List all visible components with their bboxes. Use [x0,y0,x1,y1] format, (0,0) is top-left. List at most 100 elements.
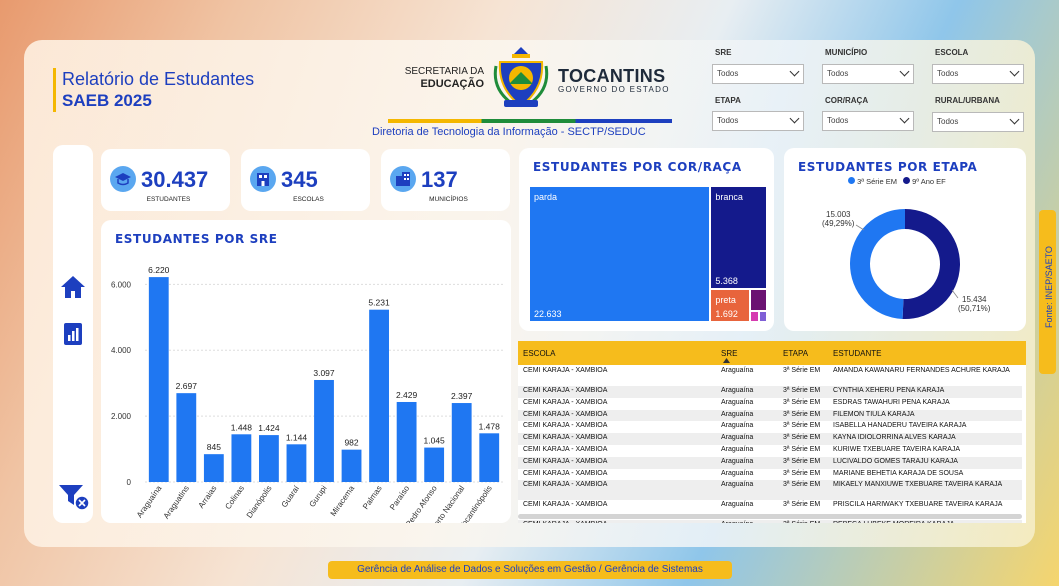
filter-etapa-dropdown[interactable]: Todos [712,111,804,131]
filter-label-municipio: MUNICÍPIO [825,48,868,57]
treemap-other-1[interactable] [750,289,767,311]
report-icon[interactable] [63,322,83,346]
table-row[interactable]: CEMI KARAJA - XAMBIOA Araguaína 3ª Série E… [518,366,1022,386]
cell-escola: CEMI KARAJA - XAMBIOA [523,410,608,418]
bar-Colinas[interactable] [231,434,252,482]
treemap-preta[interactable]: preta 1.692 [710,289,751,322]
donut-slice-9ef[interactable] [902,209,961,319]
tocantins-crest-icon [493,47,549,108]
treemap-label: parda [534,192,558,202]
filter-rural-urbana-dropdown[interactable]: Todos [932,112,1024,132]
kpi-escolas-value: 345 [281,167,318,192]
cell-estudante: ESDRAS TAWAHURI PENA KARAJA [833,398,950,406]
cell-etapa: 3ª Série EM [783,501,821,509]
x-tick-label: Araguatins [162,484,191,520]
cell-etapa: 3ª Série EM [783,481,821,489]
bar-Guaraí[interactable] [286,444,307,482]
bar-Arraias[interactable] [203,454,224,482]
filter-escola-value: Todos [937,69,959,78]
filter-municipio-dropdown[interactable]: Todos [822,64,914,84]
kpi-municipios: 137 MUNICÍPIOS [381,149,510,211]
cell-etapa: 3ª Série EM [783,367,821,374]
table-scrollbar[interactable] [518,514,1022,519]
y-tick-label: 6.000 [111,280,132,289]
x-tick-label: Colinas [223,484,246,511]
clear-filter-icon[interactable] [58,483,90,511]
cell-etapa: 3ª Série EM [783,457,821,465]
table-row[interactable]: CEMI KARAJA - XAMBIOA Araguaína 3ª Série E… [518,520,1022,523]
col-estudante[interactable]: ESTUDANTE [833,349,881,358]
kpi-estudantes-value: 30.437 [141,167,209,192]
col-escola[interactable]: ESCOLA [523,349,555,358]
bar-Miracema[interactable] [341,449,362,482]
table-row[interactable]: CEMI KARAJA - XAMBIOA Araguaína 3ª Série E… [518,409,1022,422]
bar-Tocantinópolis[interactable] [479,433,500,482]
flag-stripe [388,119,672,123]
students-table: ESCOLA SRE ETAPA ESTUDANTE CEMI KARAJA -… [518,341,1026,523]
col-sre[interactable]: SRE [721,349,737,358]
treemap-other-3[interactable] [758,310,767,322]
bar-Dianópolis[interactable] [259,435,279,482]
bar-Porto Nacional[interactable] [451,403,472,482]
table-row[interactable]: CEMI KARAJA - XAMBIOA Araguaína 3ª Série E… [518,421,1022,434]
cell-etapa: 3ª Série EM [783,398,821,406]
treemap-other-2[interactable] [750,310,759,322]
cell-sre: Araguaína [721,446,754,453]
filter-cor-raca-dropdown[interactable]: Todos [822,111,914,131]
donut-slice-3em[interactable] [850,209,905,319]
treemap-parda[interactable]: parda 22.633 [529,186,711,322]
table-row[interactable]: CEMI KARAJA - XAMBIOA Araguaína 3ª Série E… [518,456,1022,469]
treemap-label: preta [715,295,736,306]
table-row[interactable]: CEMI KARAJA - XAMBIOA Araguaína 3ª Série E… [518,433,1022,445]
sort-up-icon[interactable] [723,358,730,363]
bar-value-label: 982 [344,438,358,448]
bar-value-label: 6.220 [148,265,170,275]
chevron-down-icon [1009,114,1020,125]
nav-sidebar [53,145,93,523]
x-tick-label: Guaraí [280,483,302,509]
table-row[interactable]: CEMI KARAJA - XAMBIOA Araguaína 3ª Série E… [518,397,1022,410]
y-tick-label: 2.000 [111,412,132,421]
bar-Araguaína[interactable] [148,277,169,482]
bar-Pedro Afonso[interactable] [424,447,445,482]
cell-etapa: 3ª Série EM [783,521,820,523]
cell-etapa: 3ª Série EM [783,469,821,477]
cell-escola: CEMI KARAJA - XAMBIOA [523,398,608,406]
home-icon[interactable] [60,275,86,299]
cell-sre: Araguaína [721,481,754,489]
col-etapa[interactable]: ETAPA [783,349,808,358]
bar-value-label: 1.478 [479,421,501,431]
cell-estudante: REBECA LUBEKE MOREIRA KARAJA [833,521,1017,523]
cell-escola: CEMI KARAJA - XAMBIOA [523,469,608,477]
table-row[interactable]: CEMI KARAJA - XAMBIOA Araguaína 3ª Série E… [518,468,1022,481]
bar-value-label: 1.144 [286,432,308,442]
filter-sre-dropdown[interactable]: Todos [712,64,804,84]
bar-Paraíso[interactable] [396,401,417,482]
table-row[interactable]: CEMI KARAJA - XAMBIOA Araguaína 3ª Série E… [518,386,1022,398]
kpi-escolas: 345 ESCOLAS [241,149,370,211]
table-row[interactable]: CEMI KARAJA - XAMBIOA Araguaína 3ª Série E… [518,480,1022,501]
cell-escola: CEMI KARAJA - XAMBIOA [523,501,608,509]
chevron-down-icon [899,113,910,124]
kpi-estudantes-label: ESTUDANTES [146,196,191,203]
school-icon [250,166,276,192]
filter-escola-dropdown[interactable]: Todos [932,64,1024,84]
cell-estudante: PRISCILA HARIWAKY TXEBUARE TAVEIRA KARAJ… [833,501,1003,509]
treemap-branca[interactable]: branca 5.368 [710,186,767,290]
student-icon [110,166,136,192]
bar-Palmas[interactable] [369,309,389,482]
fonte-tab: Fonte: INEP/SAETO [1039,210,1056,374]
table-row[interactable]: CEMI KARAJA - XAMBIOA Araguaína 3ª Série E… [518,445,1022,457]
filter-etapa-value: Todos [717,116,739,125]
bar-Gurupi[interactable] [314,379,334,482]
bar-Araguatins[interactable] [176,393,197,482]
label-9ef-group: 15.434 (50,71%) [958,295,990,313]
cell-estudante: CYNTHIA XEHERU PENA KARAJA [833,387,945,394]
treemap-value: 1.692 [715,308,738,319]
kpi-estudantes: 30.437 ESTUDANTES [101,149,230,211]
treemap-label: branca [715,192,743,202]
label-3em-group: 15.003 (49,29%) [822,210,854,228]
cell-estudante: MIKAELY MANXIUWE TXEBUARE TAVEIRA KARAJA [833,481,1003,489]
tocantins-text: TOCANTINS [558,66,666,86]
cell-estudante: FILEMON TIULA KARAJA [833,410,915,418]
